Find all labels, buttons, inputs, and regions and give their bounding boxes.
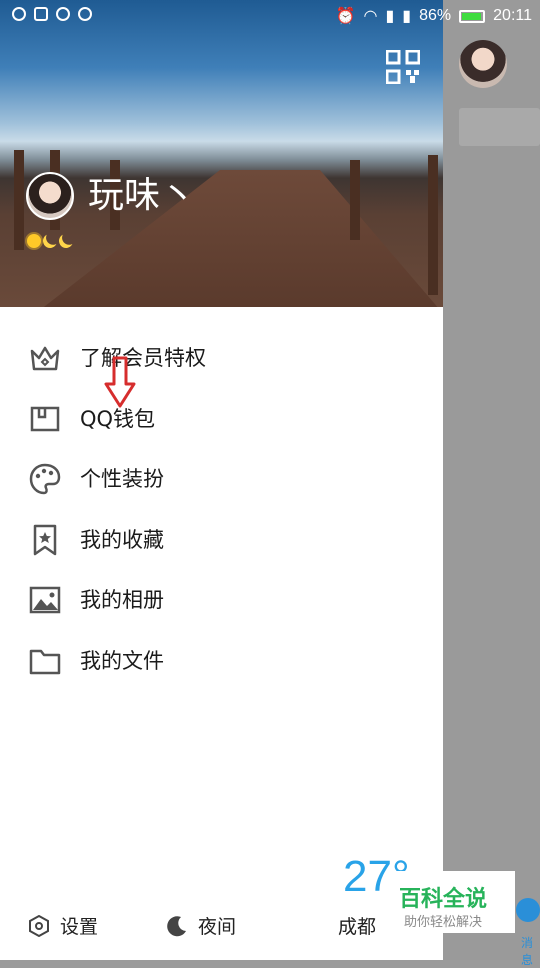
crown-icon [30, 346, 60, 371]
settings-hexagon-icon [29, 914, 49, 937]
signal-icon: ▮ [385, 8, 395, 25]
watermark-subtitle: 助你轻松解决 [404, 915, 483, 930]
night-mode-button[interactable]: 夜间 [166, 912, 236, 939]
drawer-bottom-bar: 设置 夜间 成都 [0, 900, 443, 956]
palette-icon [29, 463, 61, 495]
watermark-title: 百科全说 [399, 887, 488, 912]
background-screen: 消息 [443, 0, 540, 967]
weather-city[interactable]: 成都 [338, 912, 376, 939]
profile-header[interactable]: 玩味丶 [0, 0, 443, 307]
more-notifications-icon [78, 7, 92, 21]
menu-label: 我的收藏 [80, 527, 164, 552]
menu-label: 我的相册 [80, 588, 164, 612]
settings-label: 设置 [60, 916, 99, 938]
city-label: 成都 [338, 916, 377, 938]
drawer-menu: 了解会员特权 QQ钱包 个性装扮 我的收藏 我的相册 我的文件 [0, 327, 443, 690]
wifi-icon: ◠ [363, 8, 378, 25]
menu-item-wallet[interactable]: QQ钱包 [0, 388, 443, 449]
qr-code-icon[interactable] [386, 50, 420, 84]
night-label: 夜间 [198, 916, 237, 938]
menu-item-album[interactable]: 我的相册 [0, 569, 443, 630]
menu-item-files[interactable]: 我的文件 [0, 630, 443, 691]
menu-item-vip[interactable]: 了解会员特权 [0, 327, 443, 388]
menu-item-theme[interactable]: 个性装扮 [0, 448, 443, 509]
folder-icon [29, 649, 61, 674]
level-badges[interactable] [27, 234, 73, 248]
clock: 20:11 [493, 7, 532, 24]
signal-icon-2: ▮ [402, 8, 412, 25]
battery-percent: 86% [419, 7, 452, 24]
sun-level-icon [27, 234, 41, 248]
qq-notification-icon [12, 7, 26, 21]
menu-label: 个性装扮 [80, 467, 164, 491]
watermark: 百科全说 助你轻松解决 [391, 871, 515, 933]
main-avatar[interactable] [459, 40, 507, 88]
messages-tab-label[interactable]: 消息 [521, 934, 540, 968]
main-search-bar[interactable] [459, 108, 540, 146]
profile-avatar[interactable] [26, 172, 74, 220]
moon-icon [167, 915, 186, 936]
gallery-notification-icon [34, 7, 48, 21]
wallet-icon [30, 406, 60, 431]
settings-button[interactable]: 设置 [28, 912, 98, 939]
app-notification-icon [56, 7, 70, 21]
messages-tab-icon[interactable] [516, 898, 540, 922]
menu-label: 了解会员特权 [80, 346, 206, 370]
side-drawer: 玩味丶 了解会员特权 QQ钱包 个性装扮 我的收藏 我的相册 我的文件 设置 夜… [0, 0, 443, 960]
bookmark-star-icon [33, 524, 57, 555]
profile-nickname[interactable]: 玩味丶 [88, 174, 196, 218]
moon-level-icon [57, 232, 75, 250]
image-icon [29, 586, 61, 614]
menu-label: QQ钱包 [80, 406, 156, 431]
menu-item-favorites[interactable]: 我的收藏 [0, 509, 443, 570]
alarm-icon: ⏰ [335, 8, 356, 25]
moon-level-icon [41, 232, 59, 250]
menu-label: 我的文件 [80, 648, 164, 673]
battery-icon [459, 9, 486, 23]
annotation-arrow-icon [104, 356, 136, 408]
status-bar: ⏰ ◠ ▮ ▮ 86% 20:11 [0, 0, 540, 32]
